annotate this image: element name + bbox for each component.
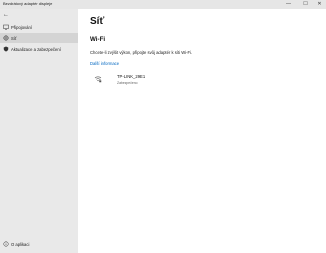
wifi-secured-icon: [94, 76, 102, 83]
window-title: Bezdrátový adaptér displeje: [3, 1, 53, 6]
main-content: Síť Wi-Fi Chcete-li zvýšit výkon, připoj…: [78, 9, 326, 253]
sidebar-item-label: O aplikaci: [11, 241, 30, 247]
sidebar-item-about[interactable]: O aplikaci: [0, 239, 78, 249]
sidebar-item-label: Aktualizace a zabezpečení: [11, 46, 61, 52]
network-ssid: TP-LINK_29E1: [117, 74, 146, 79]
sidebar-item-label: Síť: [11, 35, 17, 41]
info-icon: [3, 241, 9, 247]
sidebar-item-network[interactable]: Síť: [0, 33, 78, 43]
page-title: Síť: [90, 16, 105, 27]
sidebar-item-updates-security[interactable]: Aktualizace a zabezpečení: [0, 44, 78, 54]
wifi-description: Chcete-li zvýšit výkon, připojte svůj ad…: [90, 50, 193, 55]
more-info-link[interactable]: Další informace: [90, 61, 119, 66]
maximize-button[interactable]: ☐: [299, 0, 312, 9]
connect-icon: [3, 24, 9, 30]
globe-icon: [3, 35, 9, 41]
section-title-wifi: Wi-Fi: [90, 36, 106, 43]
sidebar: ← Připojování Síť Aktualizace a zabezpeč…: [0, 9, 78, 253]
close-button[interactable]: ✕: [313, 0, 326, 9]
back-button[interactable]: ←: [3, 12, 9, 18]
network-list-item[interactable]: TP-LINK_29E1 Zabezpečeno: [90, 73, 210, 89]
sidebar-item-connecting[interactable]: Připojování: [0, 22, 78, 32]
sidebar-item-label: Připojování: [11, 24, 32, 30]
minimize-button[interactable]: —: [282, 0, 295, 9]
title-bar: Bezdrátový adaptér displeje — ☐ ✕: [0, 0, 326, 9]
network-status: Zabezpečeno: [117, 81, 138, 85]
shield-icon: [3, 46, 9, 52]
